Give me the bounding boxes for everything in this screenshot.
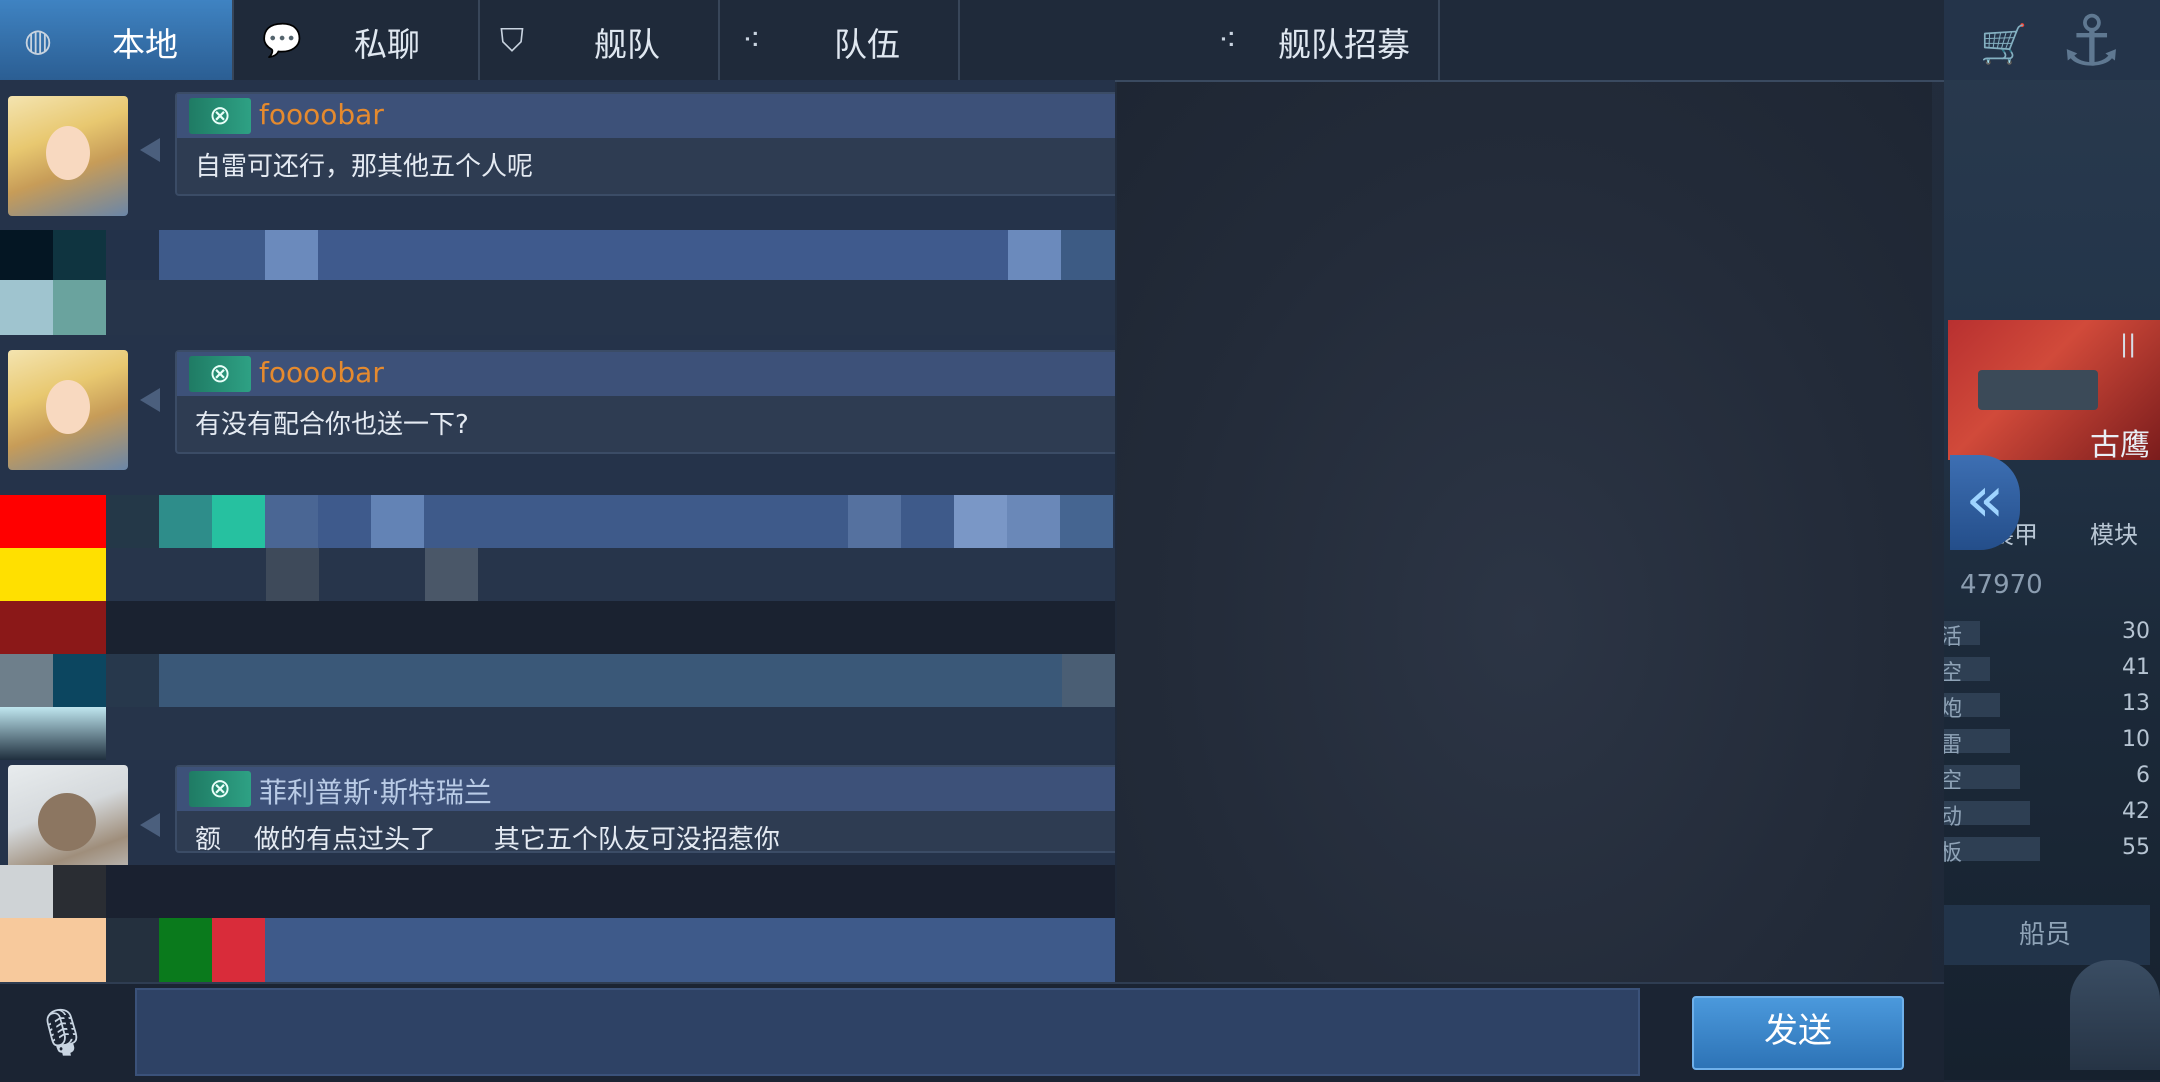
team-icon: ⁖: [742, 21, 761, 59]
tab-team[interactable]: ⁖ 队伍: [718, 0, 960, 80]
tab-label: 本地: [112, 25, 178, 64]
tab-local[interactable]: ◍ 本地: [0, 0, 234, 80]
stat-value: 30: [2122, 619, 2150, 644]
stat-value: 55: [2122, 835, 2150, 860]
username[interactable]: 菲利普斯·斯特瑞兰: [259, 771, 492, 811]
message-text: 有没有配合你也送一下?: [195, 410, 469, 440]
tab-label: 舰队招募: [1278, 25, 1410, 64]
ship-name: 古鹰: [2090, 428, 2150, 463]
microphone-icon[interactable]: 🎙: [30, 1000, 94, 1064]
chat-bubble-icon: 💬: [262, 21, 302, 59]
fleet-badge-icon: ⊗: [189, 771, 251, 807]
captain-portrait[interactable]: [2070, 960, 2160, 1070]
stat-row: 炮 13: [1940, 687, 2160, 723]
message-header: ⊗ foooobar: [177, 94, 1115, 138]
bubble-pointer: [140, 388, 160, 412]
stat-row: 雷 10: [1940, 723, 2160, 759]
message-bubble: ⊗ foooobar 自雷可还行，那其他五个人呢: [175, 92, 1115, 196]
stat-value: 10: [2122, 727, 2150, 752]
anchor-icon[interactable]: ⚓: [2060, 0, 2160, 90]
username[interactable]: foooobar: [259, 98, 384, 131]
mosaic-strip: [0, 707, 1115, 760]
user-avatar[interactable]: [8, 96, 128, 216]
tab-fleet-recruit[interactable]: ⁖ 舰队招募: [958, 0, 1440, 80]
fleet-emblem-icon: ⛉: [500, 21, 525, 59]
stat-value: 13: [2122, 691, 2150, 716]
globe-icon: ◍: [24, 21, 52, 59]
pause-icon[interactable]: ||: [2120, 330, 2136, 358]
stat-row: 空6: [1940, 759, 2160, 795]
message-bubble: ⊗ foooobar 有没有配合你也送一下?: [175, 350, 1115, 454]
chat-input[interactable]: [135, 988, 1640, 1076]
mosaic-strip: [0, 865, 1115, 918]
tab-label: 舰队: [594, 25, 660, 64]
fleet-badge-icon: ⊗: [189, 356, 251, 392]
stat-value: 42: [2122, 799, 2150, 824]
mosaic-strip: [0, 548, 1115, 601]
message-text: 自雷可还行，那其他五个人呢: [195, 152, 534, 182]
stat-value: 6: [2136, 763, 2150, 788]
tab-module[interactable]: 模块: [2090, 515, 2138, 550]
message-bubble: ⊗ 菲利普斯·斯特瑞兰 额 做的有点过头了 其它五个队友可没招惹你: [175, 765, 1115, 855]
recruit-icon: ⁖: [1218, 21, 1237, 59]
power-value: 47970: [1960, 570, 2043, 600]
message-header: ⊗ foooobar: [177, 352, 1115, 396]
crew-button[interactable]: 船员: [1940, 905, 2150, 965]
shop-cart-icon[interactable]: 🛒: [1980, 22, 2030, 66]
stat-row: 板 55: [1940, 831, 2160, 867]
tab-label: 队伍: [834, 25, 900, 64]
tab-fleet[interactable]: ⛉ 舰队: [478, 0, 720, 80]
stat-value: 41: [2122, 655, 2150, 680]
chat-window: ◍ 本地 💬 私聊 ⛉ 舰队 ⁖ 队伍 ⁖ 舰队招募 ⊗ foooobar 自雷…: [0, 0, 1944, 1082]
message-header: ⊗ 菲利普斯·斯特瑞兰: [177, 767, 1115, 811]
bubble-pointer: [140, 813, 160, 837]
username[interactable]: foooobar: [259, 356, 384, 389]
stat-row: 活 30: [1940, 615, 2160, 651]
user-avatar[interactable]: [8, 350, 128, 470]
stat-row: 空 41: [1940, 651, 2160, 687]
collapse-chevron-icon[interactable]: «: [1950, 455, 2020, 550]
chat-empty-area: [1117, 82, 1932, 982]
tab-private[interactable]: 💬 私聊: [232, 0, 480, 80]
fleet-badge-icon: ⊗: [189, 98, 251, 134]
tab-label: 私聊: [354, 25, 420, 64]
message-list: ⊗ foooobar 自雷可还行，那其他五个人呢 ⊗ foooobar 有没有配…: [0, 80, 1115, 982]
mosaic-strip: [0, 601, 1115, 654]
stat-row: 动 42: [1940, 795, 2160, 831]
mosaic-strip: [0, 495, 1115, 548]
send-button[interactable]: 发送: [1692, 996, 1904, 1070]
message-text: 额 做的有点过头了 其它五个队友可没招惹你: [195, 825, 780, 855]
mosaic-strip: [0, 918, 1115, 982]
bubble-pointer: [140, 138, 160, 162]
mosaic-strip: [0, 654, 1115, 707]
mosaic-strip: [0, 230, 1115, 280]
mosaic-strip: [0, 280, 1115, 335]
chat-tab-bar: ◍ 本地 💬 私聊 ⛉ 舰队 ⁖ 队伍 ⁖ 舰队招募: [0, 0, 1944, 82]
